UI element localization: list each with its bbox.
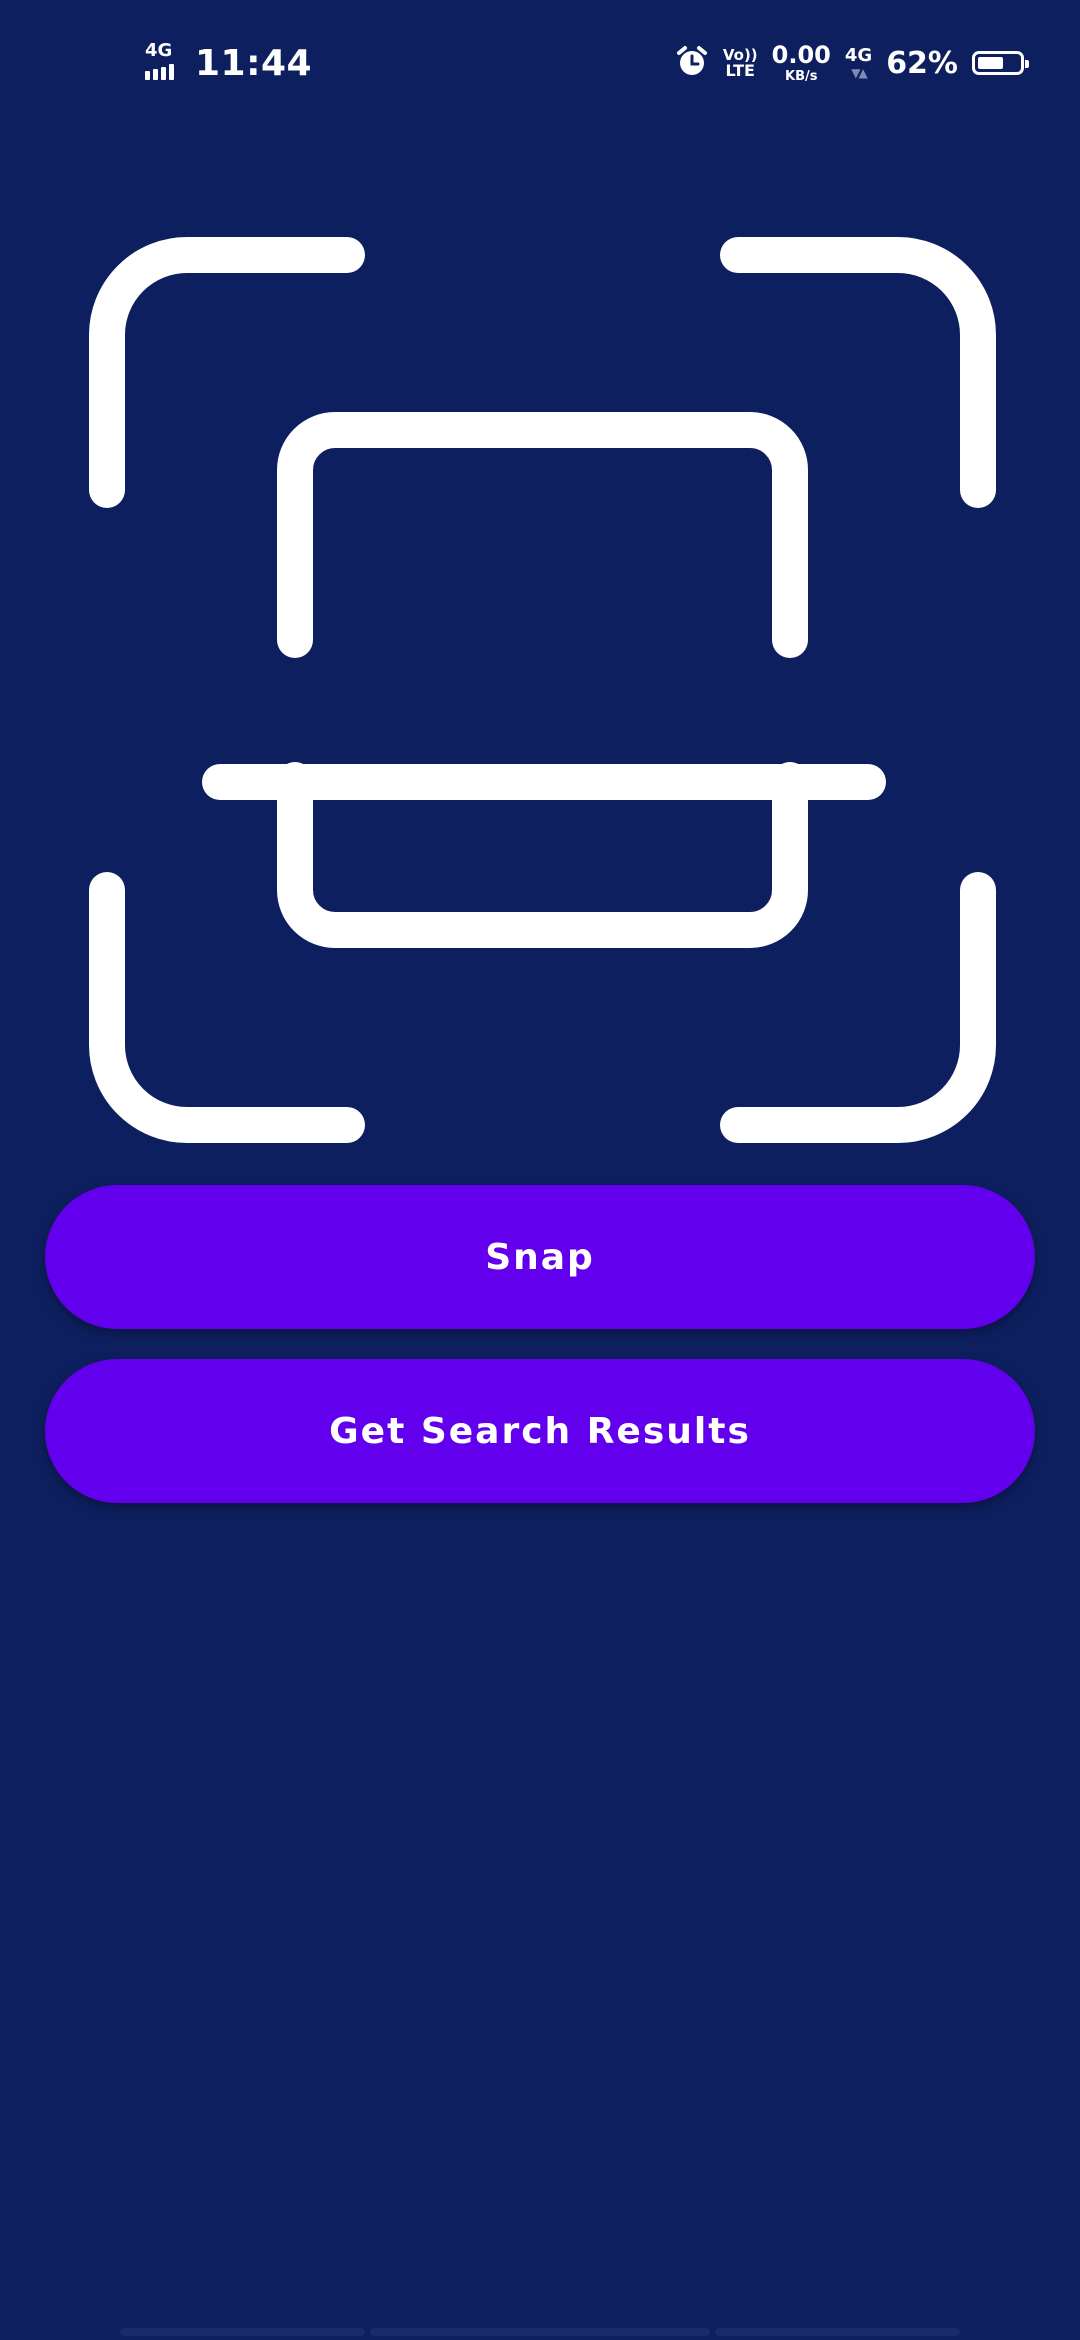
- clock: 11:44: [195, 42, 313, 84]
- speed-value: 0.00: [771, 41, 831, 69]
- document-scanner-icon: [89, 237, 996, 1143]
- battery-percent: 62%: [886, 45, 958, 81]
- nav-bar-segment-left: [120, 2328, 365, 2336]
- right-network-label: 4G: [844, 45, 873, 66]
- nav-bar-segment-right: [715, 2328, 960, 2336]
- document-top: [277, 412, 808, 658]
- volte-indicator: Vo)) LTE: [723, 47, 758, 80]
- snap-button[interactable]: Snap: [45, 1185, 1035, 1329]
- alarm-clock-icon: [675, 44, 709, 82]
- mobile-data-indicator: 4G ▼▲: [844, 45, 873, 80]
- network-speed: 0.00 KB/s: [772, 43, 831, 83]
- volte-bottom-label: LTE: [725, 60, 755, 80]
- status-left: 4G 11:44: [145, 38, 312, 88]
- nav-bar-segment-middle: [370, 2328, 710, 2336]
- status-bar: 4G 11:44 Vo)) LTE 0.00 KB/s 4G ▼▲ 62%: [0, 0, 1080, 120]
- data-arrows-icon: ▼▲: [851, 66, 868, 80]
- left-network-label: 4G: [145, 40, 173, 61]
- status-right: Vo)) LTE 0.00 KB/s 4G ▼▲ 62%: [675, 38, 1029, 88]
- document-bottom: [277, 762, 808, 948]
- cellular-signal-icon: 4G: [145, 40, 181, 82]
- get-search-results-button[interactable]: Get Search Results: [45, 1359, 1035, 1503]
- speed-unit: KB/s: [785, 69, 818, 84]
- battery-icon: [972, 51, 1029, 75]
